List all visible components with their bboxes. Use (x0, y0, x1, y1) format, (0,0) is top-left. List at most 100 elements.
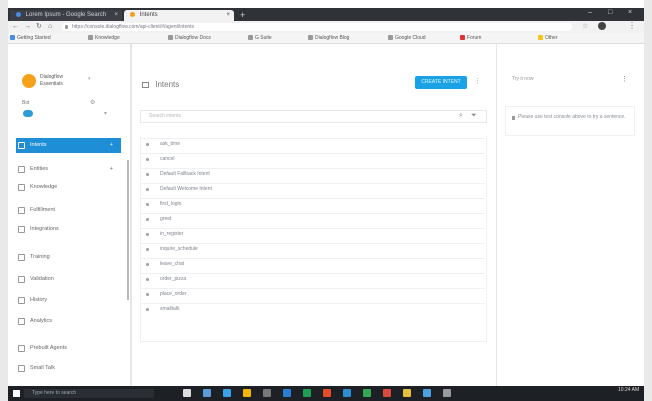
settings-icon[interactable]: ⚙ (90, 99, 95, 106)
app-icon[interactable] (383, 389, 391, 397)
list-item[interactable]: greet (140, 213, 485, 224)
app-icon[interactable] (403, 389, 411, 397)
chrome-icon[interactable] (363, 389, 371, 397)
address-bar[interactable]: https://console.dialogflow.com/api-clien… (62, 23, 572, 31)
outlook-icon[interactable] (343, 389, 351, 397)
list-item[interactable]: place_order (140, 288, 485, 299)
forward-icon[interactable]: → (24, 22, 31, 32)
folder-icon[interactable] (203, 389, 211, 397)
list-item[interactable]: smalltalk (140, 303, 485, 314)
sidebar-item-analytics[interactable]: Analytics (16, 314, 121, 329)
test-console-input[interactable]: Try it now (512, 76, 533, 82)
list-item[interactable]: order_pizza (140, 273, 485, 284)
sidebar-item-history[interactable]: History (16, 293, 121, 308)
app-icon[interactable] (443, 389, 451, 397)
list-item[interactable]: cancel (140, 153, 485, 164)
tab-label: Intents (139, 12, 158, 18)
app-icon[interactable] (423, 389, 431, 397)
bookmark-item[interactable]: Knowledge (88, 34, 120, 42)
intent-name: ask_time (160, 141, 181, 147)
list-item[interactable]: first_login (140, 198, 485, 209)
bookmark-item[interactable]: Getting Started (10, 34, 51, 42)
tab-label: Lorem Ipsum - Google Search (25, 12, 107, 18)
new-tab-button[interactable]: + (240, 10, 245, 20)
google-icon (16, 11, 21, 17)
create-intent-button[interactable]: CREATE INTENT (415, 76, 467, 89)
bookmark-item[interactable]: G Suite (248, 34, 272, 42)
search-input[interactable]: Search intents (140, 110, 487, 123)
more-options-icon[interactable]: ⋮ (474, 77, 481, 85)
sidebar-item-fulfillment[interactable]: Fulfillment (16, 203, 121, 218)
sidebar-item-training[interactable]: Training (16, 250, 121, 265)
bookmark-star-icon[interactable]: ☆ (582, 22, 588, 30)
sidebar-scrollbar[interactable] (127, 160, 129, 300)
bookmark-item[interactable]: Google Cloud (388, 34, 426, 42)
list-item[interactable]: leave_chat (140, 258, 485, 269)
bookmark-item[interactable]: Dialogflow Docs (168, 34, 211, 42)
add-icon[interactable]: + (110, 138, 113, 153)
page-title-text: Intents (155, 80, 180, 89)
mic-icon[interactable]: ⋮ (621, 75, 628, 83)
minimize-button[interactable]: – (588, 9, 592, 16)
intent-name: leave_chat (160, 261, 185, 267)
bookmark-item[interactable]: Dialogflow Blog (308, 34, 349, 42)
intent-dot-icon (146, 143, 149, 146)
panel-divider (496, 44, 497, 386)
sidebar-item-entities[interactable]: Entities + (16, 162, 121, 177)
close-icon[interactable]: × (114, 10, 118, 21)
search-icon[interactable]: ⌕ (459, 112, 463, 120)
sidebar-item-integrations[interactable]: Integrations (16, 222, 121, 237)
powerpoint-icon[interactable] (323, 389, 331, 397)
sidebar-item-knowledge[interactable]: Knowledge (16, 180, 121, 195)
sidebar-item-small-talk[interactable]: Small Talk (16, 361, 121, 376)
windows-start-icon[interactable] (13, 390, 20, 397)
list-item[interactable]: in_register (140, 228, 485, 239)
browser-menu-icon[interactable]: ⋮ (628, 21, 636, 30)
intent-dot-icon (146, 173, 149, 176)
edge-icon[interactable] (223, 389, 231, 397)
info-icon (512, 116, 515, 120)
sidebar-item-prebuilt-agents[interactable]: Prebuilt Agents (16, 341, 121, 356)
home-icon[interactable]: ⌂ (48, 22, 52, 32)
close-icon[interactable]: × (226, 10, 230, 21)
filter-icon[interactable]: ⏷ (471, 112, 477, 120)
add-icon[interactable]: + (110, 162, 113, 177)
list-item[interactable]: Default Welcome Intent (140, 183, 485, 194)
test-console-panel (497, 44, 644, 386)
intent-name: order_pizza (160, 276, 187, 282)
intents-icon (142, 81, 149, 88)
excel-icon[interactable] (303, 389, 311, 397)
back-icon[interactable]: ← (12, 22, 19, 32)
reload-icon[interactable]: ↻ (36, 22, 42, 32)
search-placeholder: Search intents (149, 113, 181, 119)
logo-text: Dialogflow Essentials (40, 74, 64, 87)
agent-toggle[interactable] (23, 110, 33, 117)
intent-dot-icon (146, 158, 149, 161)
chevron-down-icon[interactable]: ▾ (88, 76, 91, 82)
store-icon[interactable] (263, 389, 271, 397)
word-icon[interactable] (283, 389, 291, 397)
sidebar-item-validation[interactable]: Validation (16, 272, 121, 287)
browser-tab-intents[interactable]: Intents × (124, 10, 234, 21)
entity-icon (18, 166, 25, 173)
intent-dot-icon (146, 278, 149, 281)
sidebar-item-label: Training (30, 254, 50, 260)
bookmark-item[interactable]: Other (538, 34, 558, 42)
maximize-button[interactable]: □ (608, 9, 612, 16)
window-frame-left (0, 0, 8, 401)
list-item[interactable]: inquire_schedule (140, 243, 485, 254)
profile-avatar[interactable] (598, 22, 606, 30)
sidebar-item-intents[interactable]: Intents + (16, 138, 121, 153)
explorer-icon[interactable] (243, 389, 251, 397)
task-view-icon[interactable] (183, 389, 191, 397)
bookmark-item[interactable]: Forum (460, 34, 481, 42)
list-item[interactable]: Default Fallback Intent (140, 168, 485, 179)
intent-dot-icon (146, 218, 149, 221)
bookmarks-bar: Getting Started Knowledge Dialogflow Doc… (8, 33, 644, 44)
chevron-down-icon[interactable]: ▾ (104, 110, 107, 117)
taskbar-search[interactable]: Type here to search (24, 389, 154, 398)
close-window-button[interactable]: × (628, 9, 632, 16)
list-item[interactable]: ask_time (140, 138, 485, 149)
browser-tab-search[interactable]: Lorem Ipsum - Google Search × (10, 10, 122, 21)
intent-name: first_login (160, 201, 182, 207)
